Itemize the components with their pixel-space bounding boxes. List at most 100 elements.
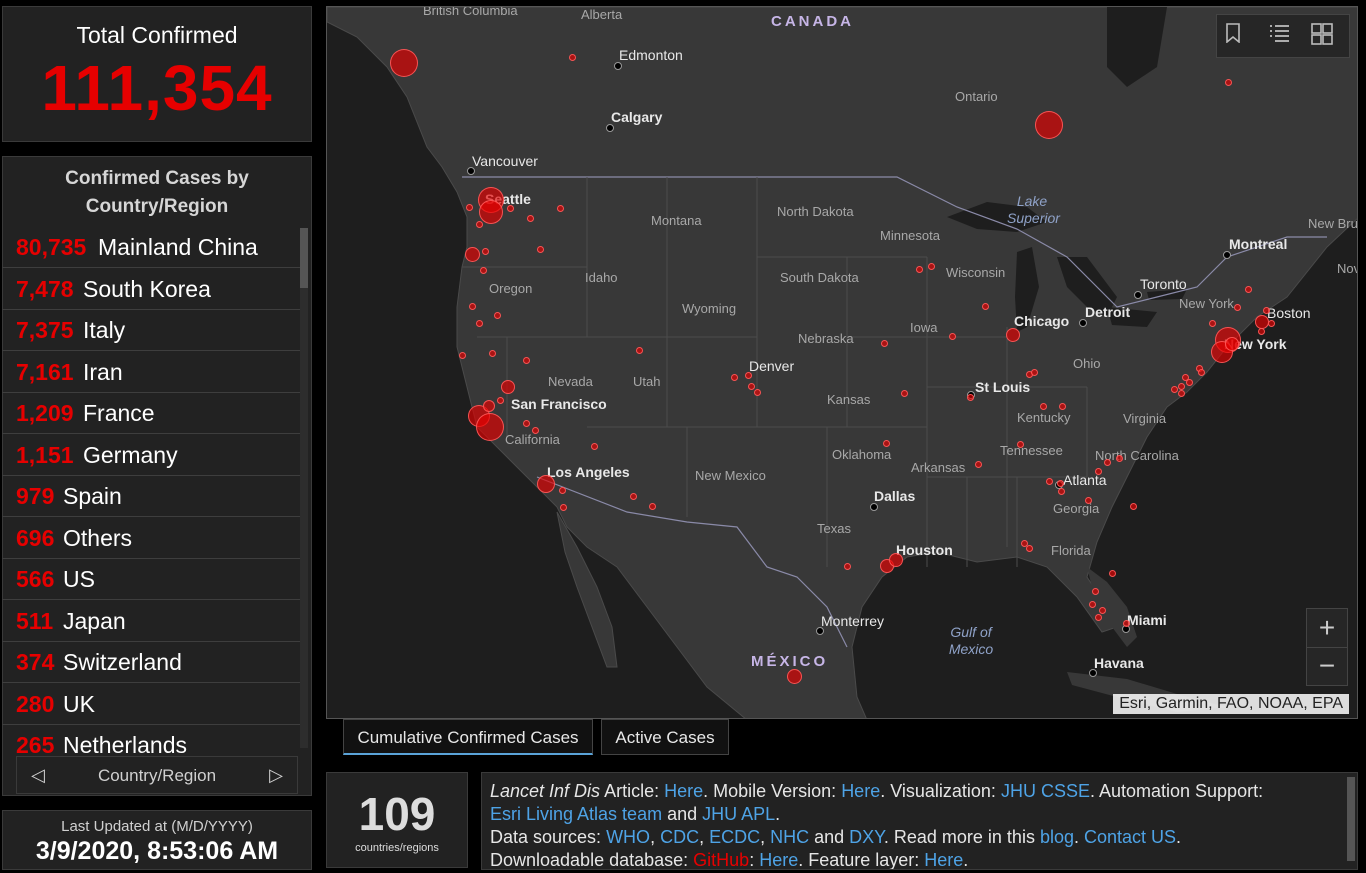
github-link[interactable]: GitHub [693, 850, 749, 869]
case-bubble[interactable] [1245, 286, 1252, 293]
case-bubble[interactable] [537, 475, 555, 493]
case-bubble[interactable] [469, 303, 476, 310]
case-bubble[interactable] [465, 247, 480, 262]
country-list-scrollbar[interactable] [300, 228, 308, 748]
case-bubble[interactable] [489, 350, 496, 357]
contact-us-link[interactable]: Contact US [1084, 827, 1176, 847]
tab-active-cases[interactable]: Active Cases [601, 719, 729, 755]
list-item[interactable]: 280 UK [2, 684, 300, 725]
list-icon[interactable] [1268, 23, 1298, 51]
case-bubble[interactable] [483, 400, 495, 412]
list-item[interactable]: 566 US [2, 559, 300, 600]
case-bubble[interactable] [480, 267, 487, 274]
case-bubble[interactable] [1225, 79, 1232, 86]
case-bubble[interactable] [754, 389, 761, 396]
case-bubble[interactable] [466, 204, 473, 211]
case-bubble[interactable] [1234, 304, 1241, 311]
case-bubble[interactable] [1171, 386, 1178, 393]
case-bubble[interactable] [591, 443, 598, 450]
case-bubble[interactable] [1268, 320, 1275, 327]
case-bubble[interactable] [949, 333, 956, 340]
case-bubble[interactable] [527, 215, 534, 222]
case-bubble[interactable] [1255, 315, 1269, 329]
tab-cumulative-confirmed-cases[interactable]: Cumulative Confirmed Cases [343, 719, 593, 755]
case-bubble[interactable] [1026, 545, 1033, 552]
case-bubble[interactable] [523, 357, 530, 364]
case-bubble[interactable] [1046, 478, 1053, 485]
zoom-in-button[interactable]: + [1307, 609, 1347, 648]
bookmark-icon[interactable] [1225, 23, 1255, 51]
case-bubble[interactable] [731, 374, 738, 381]
case-bubble[interactable] [523, 420, 530, 427]
case-bubble[interactable] [916, 266, 923, 273]
case-bubble[interactable] [1085, 497, 1092, 504]
basemap-gallery-icon[interactable] [1311, 23, 1341, 51]
case-bubble[interactable] [745, 372, 752, 379]
list-item[interactable]: 979 Spain [2, 476, 300, 517]
case-bubble[interactable] [1095, 468, 1102, 475]
who-link[interactable]: WHO [606, 827, 650, 847]
article-link[interactable]: Here [664, 781, 703, 801]
case-bubble[interactable] [1198, 369, 1205, 376]
case-bubble[interactable] [844, 563, 851, 570]
case-bubble[interactable] [1178, 390, 1185, 397]
case-bubble[interactable] [479, 200, 503, 224]
jhu-apl-link[interactable]: JHU APL [702, 804, 775, 824]
info-scrollbar[interactable] [1347, 777, 1355, 861]
case-bubble[interactable] [1209, 320, 1216, 327]
case-bubble[interactable] [889, 553, 903, 567]
case-bubble[interactable] [559, 487, 566, 494]
case-bubble[interactable] [497, 397, 504, 404]
case-bubble[interactable] [982, 303, 989, 310]
case-bubble[interactable] [1104, 459, 1111, 466]
case-bubble[interactable] [1058, 488, 1065, 495]
cdc-link[interactable]: CDC [660, 827, 699, 847]
case-bubble[interactable] [1006, 328, 1020, 342]
case-bubble[interactable] [1186, 379, 1193, 386]
nhc-link[interactable]: NHC [770, 827, 809, 847]
case-bubble[interactable] [1116, 455, 1123, 462]
case-bubble[interactable] [1095, 614, 1102, 621]
case-bubble[interactable] [928, 263, 935, 270]
esri-living-atlas-link[interactable]: Esri Living Atlas team [490, 804, 662, 824]
case-bubble[interactable] [1057, 480, 1064, 487]
list-item[interactable]: 511 Japan [2, 601, 300, 642]
list-item[interactable]: 80,735 Mainland China [2, 227, 300, 268]
case-bubble[interactable] [1092, 588, 1099, 595]
list-item[interactable]: 7,161 Iran [2, 352, 300, 393]
case-bubble[interactable] [532, 427, 539, 434]
list-item[interactable]: 696 Others [2, 518, 300, 559]
map-view[interactable]: CANADA MÉXICO British Columbia Alberta O… [326, 6, 1358, 719]
case-bubble[interactable] [787, 669, 802, 684]
case-bubble[interactable] [1059, 403, 1066, 410]
case-bubble[interactable] [901, 390, 908, 397]
list-item[interactable]: 7,375 Italy [2, 310, 300, 351]
case-bubble[interactable] [1109, 570, 1116, 577]
jhu-csse-link[interactable]: JHU CSSE [1001, 781, 1090, 801]
case-bubble[interactable] [557, 205, 564, 212]
case-bubble[interactable] [748, 383, 755, 390]
case-bubble[interactable] [501, 380, 515, 394]
case-bubble[interactable] [569, 54, 576, 61]
case-bubble[interactable] [476, 413, 504, 441]
case-bubble[interactable] [975, 461, 982, 468]
case-bubble[interactable] [649, 503, 656, 510]
case-bubble[interactable] [881, 340, 888, 347]
case-bubble[interactable] [1225, 337, 1239, 351]
database-link[interactable]: Here [759, 850, 798, 869]
case-bubble[interactable] [476, 221, 483, 228]
case-bubble[interactable] [537, 246, 544, 253]
case-bubble[interactable] [1031, 369, 1038, 376]
case-bubble[interactable] [390, 49, 418, 77]
case-bubble[interactable] [1178, 383, 1185, 390]
mobile-version-link[interactable]: Here [841, 781, 880, 801]
case-bubble[interactable] [883, 440, 890, 447]
case-bubble[interactable] [476, 320, 483, 327]
case-bubble[interactable] [636, 347, 643, 354]
zoom-out-button[interactable]: − [1307, 647, 1347, 685]
case-bubble[interactable] [630, 493, 637, 500]
case-bubble[interactable] [1089, 601, 1096, 608]
case-bubble[interactable] [1123, 620, 1130, 627]
case-bubble[interactable] [560, 504, 567, 511]
case-bubble[interactable] [494, 312, 501, 319]
